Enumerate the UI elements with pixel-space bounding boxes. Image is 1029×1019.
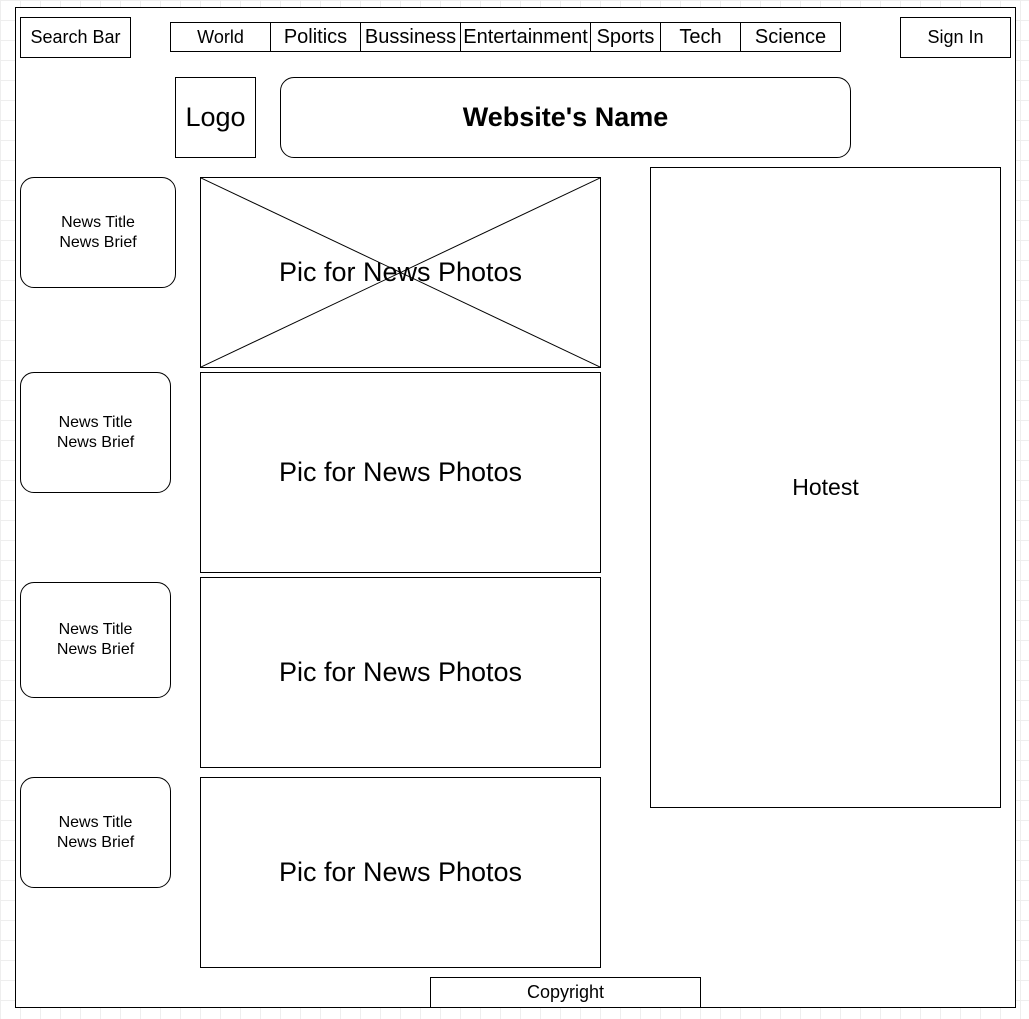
copyright-footer: Copyright: [430, 977, 701, 1008]
news-brief: News Brief: [56, 833, 135, 851]
nav-item-business[interactable]: Bussiness: [360, 22, 461, 52]
nav-item-politics[interactable]: Politics: [270, 22, 361, 52]
copyright-label: Copyright: [526, 982, 605, 1002]
nav-item-sports[interactable]: Sports: [590, 22, 661, 52]
nav-item-label: Science: [754, 25, 827, 48]
news-card[interactable]: News Title News Brief: [20, 372, 171, 493]
news-brief: News Brief: [59, 233, 137, 251]
nav-item-entertainment[interactable]: Entertainment: [460, 22, 591, 52]
news-photo-label: Pic for News Photos: [278, 257, 523, 287]
search-bar[interactable]: Search Bar: [20, 17, 131, 58]
news-photo[interactable]: Pic for News Photos: [200, 777, 601, 968]
news-photo-label: Pic for News Photos: [278, 657, 523, 687]
sign-in-button[interactable]: Sign In: [900, 17, 1011, 58]
logo-label: Logo: [185, 102, 246, 132]
news-brief: News Brief: [56, 433, 135, 451]
search-bar-label: Search Bar: [30, 27, 121, 47]
nav-item-label: Sports: [596, 25, 655, 48]
nav-item-science[interactable]: Science: [740, 22, 841, 52]
nav-item-label: Bussiness: [364, 25, 457, 48]
news-card[interactable]: News Title News Brief: [20, 177, 176, 288]
site-name-banner: Website's Name: [280, 77, 851, 158]
hottest-label: Hotest: [792, 474, 859, 500]
news-photo[interactable]: Pic for News Photos: [200, 372, 601, 573]
nav-item-label: Tech: [679, 25, 722, 48]
news-photo-label: Pic for News Photos: [278, 857, 523, 887]
news-card[interactable]: News Title News Brief: [20, 777, 171, 888]
hottest-panel[interactable]: Hotest: [650, 167, 1001, 808]
news-title: News Title: [58, 413, 133, 431]
news-title: News Title: [58, 813, 133, 831]
news-photo[interactable]: Pic for News Photos: [200, 577, 601, 768]
nav-item-label: World: [197, 26, 244, 47]
news-photo-label: Pic for News Photos: [278, 457, 523, 487]
news-title: News Title: [58, 621, 133, 638]
news-brief: News Brief: [56, 641, 135, 658]
sign-in-label: Sign In: [927, 27, 984, 47]
nav-item-tech[interactable]: Tech: [660, 22, 741, 52]
news-photo-placeholder[interactable]: Pic for News Photos: [200, 177, 601, 368]
news-card[interactable]: News Title News Brief: [20, 582, 171, 698]
nav-item-label: Entertainment: [463, 25, 588, 48]
site-name: Website's Name: [462, 102, 669, 132]
nav-item-label: Politics: [283, 25, 348, 48]
logo[interactable]: Logo: [175, 77, 256, 158]
nav-item-world[interactable]: World: [170, 22, 271, 52]
news-title: News Title: [61, 213, 135, 231]
